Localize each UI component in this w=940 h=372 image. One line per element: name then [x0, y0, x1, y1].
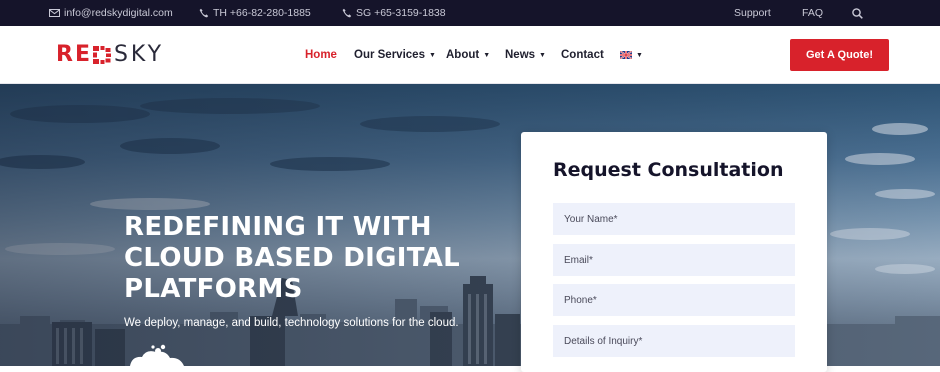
- faq-label: FAQ: [802, 7, 824, 19]
- nav-our-services[interactable]: Our Services ▼: [354, 26, 436, 84]
- logo-text-sky: SKY: [113, 42, 165, 67]
- caret-down-icon: ▼: [539, 51, 546, 59]
- logo-mark-icon: [92, 46, 111, 64]
- get-a-quote-button[interactable]: Get A Quote!: [790, 39, 889, 71]
- form-title: Request Consultation: [553, 159, 784, 181]
- language-selector[interactable]: ▼: [620, 26, 643, 84]
- nav-contact[interactable]: Contact: [561, 26, 604, 84]
- hero-heading-line-2: CLOUD BASED DIGITAL: [124, 243, 461, 273]
- faq-link[interactable]: FAQ: [802, 0, 823, 26]
- support-link[interactable]: Support: [734, 0, 771, 26]
- nav-home-label: Home: [305, 49, 337, 61]
- nav-home[interactable]: Home: [305, 26, 337, 84]
- phone-sg-text: SG +65-3159-1838: [356, 7, 446, 19]
- nav-contact-label: Contact: [561, 49, 604, 61]
- support-label: Support: [734, 7, 771, 19]
- hero-heading-line-3: PLATFORMS: [124, 274, 303, 304]
- phone-th-link[interactable]: TH +66-82-280-1885: [199, 0, 311, 26]
- top-contact-bar: info@redskydigital.com TH +66-82-280-188…: [0, 0, 940, 26]
- phone-th-text: TH +66-82-280-1885: [213, 7, 311, 19]
- name-field[interactable]: [553, 203, 795, 235]
- cloud-icon: [130, 344, 184, 366]
- redsky-logo[interactable]: RE SKY: [56, 42, 164, 68]
- main-navbar: RE SKY Home Our Services ▼ About ▼ News …: [0, 26, 940, 84]
- caret-down-icon: ▼: [428, 51, 436, 59]
- nav-news[interactable]: News ▼: [505, 26, 546, 84]
- logo-text-red: RE: [56, 42, 92, 67]
- email-field[interactable]: [553, 244, 795, 276]
- nav-about-label: About: [446, 49, 480, 61]
- hero-heading: REDEFINING IT WITH CLOUD BASED DIGITAL P…: [124, 212, 504, 305]
- phone-icon: [342, 8, 352, 18]
- nav-about[interactable]: About ▼: [446, 26, 490, 84]
- hero-subtitle: We deploy, manage, and build, technology…: [124, 317, 459, 329]
- email-text: info@redskydigital.com: [64, 7, 173, 19]
- consultation-form-card: Request Consultation: [521, 132, 827, 372]
- search-icon: [852, 7, 863, 19]
- inquiry-field[interactable]: [553, 325, 795, 357]
- nav-services-label: Our Services: [354, 49, 425, 61]
- search-button[interactable]: [852, 0, 863, 26]
- phone-field[interactable]: [553, 284, 795, 316]
- caret-down-icon: ▼: [483, 51, 491, 59]
- email-link[interactable]: info@redskydigital.com: [49, 0, 173, 26]
- uk-flag-icon: [620, 51, 632, 59]
- nav-news-label: News: [505, 49, 536, 61]
- envelope-icon: [49, 9, 60, 17]
- phone-sg-link[interactable]: SG +65-3159-1838: [342, 0, 446, 26]
- hero-heading-line-1: REDEFINING IT WITH: [124, 212, 432, 242]
- phone-icon: [199, 8, 209, 18]
- caret-down-icon: ▼: [636, 51, 643, 59]
